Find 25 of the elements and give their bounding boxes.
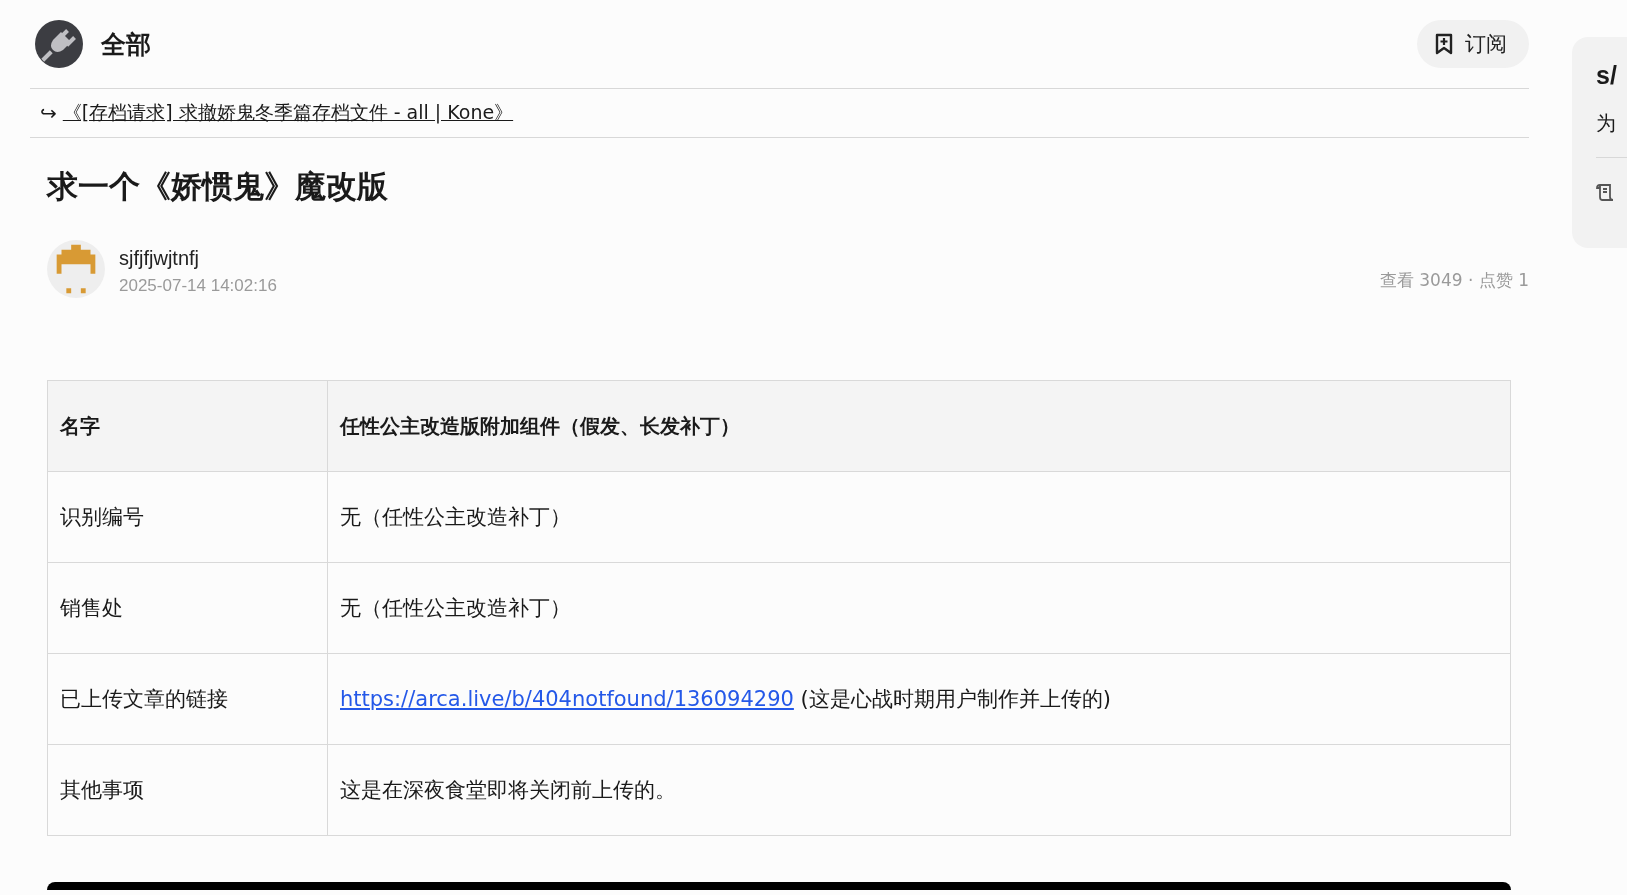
- post-stats: 查看 3049 · 点赞 1: [1379, 269, 1529, 292]
- table-cell: 无（任性公主改造补丁）: [327, 562, 1511, 654]
- author-name[interactable]: sjfjfjwjtnfj: [119, 246, 199, 270]
- article-link[interactable]: https://arca.live/b/404notfound/136094290: [340, 687, 794, 711]
- scroll-icon: [1596, 182, 1616, 202]
- avatar-icon: [47, 240, 105, 298]
- crosspost-link[interactable]: 《[存档请求] 求撤娇鬼冬季篇存档文件 - all | Kone》: [62, 100, 514, 126]
- table-cell: 这是在深夜食堂即将关闭前上传的。: [327, 744, 1511, 836]
- panel-text: 为: [1596, 111, 1617, 136]
- cell-note: (这是心战时期用户制作并上传的): [799, 687, 1111, 711]
- board-title: 全部: [101, 28, 151, 60]
- post-date: 2025-07-14 14:02:16: [119, 275, 277, 296]
- bookmark-plus-icon: [1435, 33, 1453, 55]
- table-cell: 识别编号: [47, 471, 328, 563]
- header-cell: 任性公主改造版附加组件（假发、长发补丁）: [327, 380, 1511, 472]
- panel-title: s/: [1596, 61, 1618, 90]
- subscribe-button[interactable]: 订阅: [1417, 20, 1529, 68]
- table-cell: 无（任性公主改造补丁）: [327, 471, 1511, 563]
- header-cell: 名字: [47, 380, 328, 472]
- reply-arrow-icon: ↪: [40, 101, 57, 125]
- table-cell: 销售处: [47, 562, 328, 654]
- table-cell: 已上传文章的链接: [47, 653, 328, 745]
- plug-icon: [35, 20, 83, 68]
- table-cell: 其他事项: [47, 744, 328, 836]
- post-title: 求一个《娇惯鬼》魔改版: [47, 167, 388, 206]
